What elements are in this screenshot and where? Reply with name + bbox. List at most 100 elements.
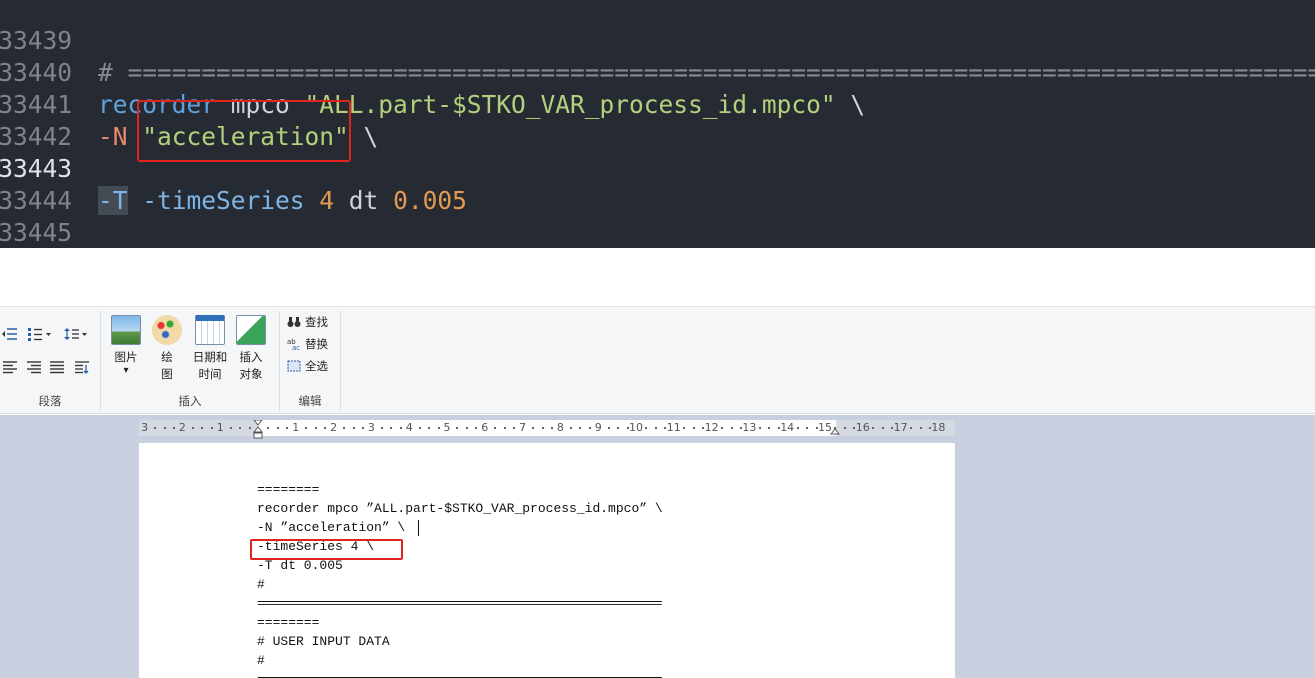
ruler-tick — [314, 427, 317, 429]
ruler-tick — [352, 427, 355, 429]
ruler-tick — [626, 427, 629, 429]
doc-line: -N ”acceleration” \ — [257, 520, 406, 535]
ruler-tick — [739, 427, 742, 429]
ruler-tick — [872, 427, 875, 429]
ruler-tick — [276, 427, 279, 429]
doc-line: ========================================… — [257, 670, 662, 678]
datetime-label: 日期和 时间 — [192, 350, 228, 381]
ruler-tick — [437, 427, 440, 429]
ruler-label: 11 — [666, 421, 681, 434]
code-line: 33445 — [0, 185, 1315, 247]
ruler-tick — [758, 427, 761, 429]
code-line: 33439 # ================================… — [0, 0, 1315, 87]
code-line: 33440 recorder mpco "ALL.part-$STKO_VAR_… — [0, 25, 1315, 119]
code-editor[interactable]: 33439 # ================================… — [0, 0, 1315, 248]
paragraph-group-label: 段落 — [38, 394, 62, 408]
ruler-tick — [248, 427, 251, 429]
ruler-tick — [588, 427, 591, 429]
ruler-tick — [503, 427, 506, 429]
ruler-label: 2 — [178, 421, 186, 434]
ruler-tick — [683, 427, 686, 429]
justify-icon[interactable] — [47, 360, 67, 376]
doc-line: ========================================… — [257, 596, 662, 611]
ruler-label: 18 — [931, 421, 946, 434]
align-right-icon[interactable] — [24, 360, 44, 376]
text-caret — [418, 520, 419, 536]
ruler-tick — [239, 427, 242, 429]
ruler-tick — [172, 427, 175, 429]
ruler-label: 12 — [704, 421, 719, 434]
horizontal-ruler[interactable]: 3 2 1 1 2 3 4 5 6 7 8 9 10 11 12 13 14 15 16 17 18 — [139, 420, 955, 439]
red-annotation-box — [250, 539, 403, 560]
doc-line: # — [257, 577, 265, 592]
ruler-tick — [210, 427, 213, 429]
ruler-tick — [390, 427, 393, 429]
ruler-tick — [191, 427, 194, 429]
indent-marker-icon[interactable] — [253, 420, 263, 440]
ruler-label: 4 — [405, 421, 413, 434]
ruler-tick — [806, 427, 809, 429]
group-divider — [340, 311, 341, 411]
decrease-indent-icon[interactable] — [0, 327, 20, 343]
ruler-tick — [654, 427, 657, 429]
ruler-label: 13 — [742, 421, 757, 434]
ruler-tick — [494, 427, 497, 429]
ruler-label: 16 — [855, 421, 870, 434]
paint-button[interactable]: 绘 图 — [147, 315, 187, 383]
ruler-label: 10 — [629, 421, 643, 434]
red-annotation-box — [137, 100, 351, 162]
ruler-tick — [910, 427, 913, 429]
paragraph-group: 段落 — [0, 307, 100, 413]
ruler-tick — [768, 427, 771, 429]
object-icon — [236, 315, 266, 345]
ruler-tick — [418, 427, 421, 429]
ruler-tick — [607, 427, 610, 429]
bullet-list-icon[interactable] — [26, 327, 54, 343]
align-left-icon[interactable] — [0, 360, 20, 376]
chevron-down-icon: ▾ — [123, 365, 129, 376]
ruler-label: 9 — [594, 421, 602, 434]
ruler-label: 7 — [519, 421, 527, 434]
ruler-tick — [843, 427, 846, 429]
right-indent-marker-icon[interactable] — [830, 424, 840, 436]
ruler-tick — [305, 427, 308, 429]
ruler-tick — [324, 427, 327, 429]
ruler-label: 1 — [216, 421, 224, 434]
doc-line: ======== — [257, 615, 320, 630]
edit-group: 编辑 — [280, 307, 340, 413]
insert-group-label: 插入 — [178, 394, 202, 408]
ruler-tick — [465, 427, 468, 429]
document-workspace: 3 2 1 1 2 3 4 5 6 7 8 9 10 11 12 13 14 15 16 17 18 ======== … — [0, 415, 1315, 678]
ruler-label: 6 — [481, 421, 489, 434]
insert-picture-button[interactable]: 图片 ▾ — [106, 315, 146, 376]
ruler-tick — [267, 427, 270, 429]
ruler-tick — [919, 427, 922, 429]
line-spacing-icon[interactable] — [62, 327, 90, 343]
document-page[interactable]: ======== recorder mpco ”ALL.part-$STKO_V… — [139, 443, 955, 678]
ruler-label: 1 — [292, 421, 300, 434]
doc-line: recorder mpco ”ALL.part-$STKO_VAR_proces… — [257, 501, 663, 516]
picture-icon — [111, 315, 141, 345]
ruler-tick — [541, 427, 544, 429]
ruler-tick — [201, 427, 204, 429]
ruler-tick — [532, 427, 535, 429]
ruler-tick — [513, 427, 516, 429]
datetime-button[interactable]: 日期和 时间 — [189, 315, 231, 383]
paint-label: 绘 图 — [161, 350, 173, 381]
ruler-tick — [891, 427, 894, 429]
picture-label: 图片 — [114, 350, 138, 364]
ruler-tick — [579, 427, 582, 429]
ruler-tick — [380, 427, 383, 429]
ruler-tick — [475, 427, 478, 429]
ruler-tick — [286, 427, 289, 429]
insert-group: 图片 ▾ 绘 图 日期和 时间 插入 对象 插入 — [101, 307, 279, 413]
ruler-tick — [645, 427, 648, 429]
doc-line: ======== — [257, 482, 320, 497]
ruler-tick — [664, 427, 667, 429]
insert-object-button[interactable]: 插入 对象 — [231, 315, 271, 383]
paragraph-settings-icon[interactable] — [72, 360, 92, 376]
object-label: 插入 对象 — [239, 350, 263, 381]
ruler-tick — [692, 427, 695, 429]
code-line: 33441 -N "acceleration" \ — [0, 57, 1315, 151]
ruler-tick — [456, 427, 459, 429]
